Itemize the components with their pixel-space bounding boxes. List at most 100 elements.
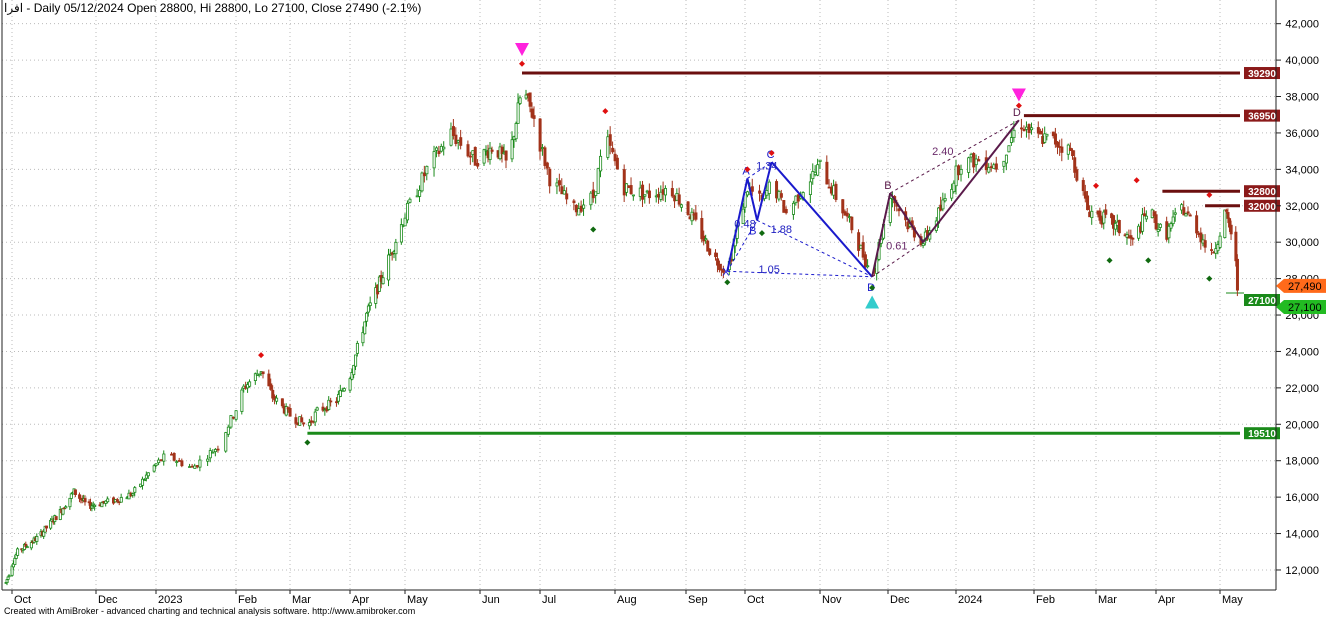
candle-body bbox=[1186, 211, 1190, 214]
candle-body bbox=[422, 172, 426, 177]
candle-body bbox=[782, 200, 786, 213]
y-tick-label: 14,000 bbox=[1285, 529, 1319, 541]
resistance-dot bbox=[1206, 191, 1213, 198]
candle-body bbox=[13, 557, 17, 565]
candle-body bbox=[582, 204, 586, 209]
candle-body bbox=[363, 321, 367, 335]
x-tick-label: Mar bbox=[292, 594, 311, 606]
candle-body bbox=[811, 171, 815, 180]
x-tick-label: Oct bbox=[14, 594, 31, 606]
candle-body bbox=[992, 164, 996, 169]
candle-body bbox=[545, 162, 549, 169]
ratio-label: 0.48 bbox=[734, 219, 755, 231]
price-chart[interactable]: 392903695032800320001951027100 XABCDBD0.… bbox=[0, 0, 1336, 619]
candle-body bbox=[216, 448, 220, 451]
candle-body bbox=[195, 465, 199, 468]
candle-body bbox=[1104, 209, 1108, 215]
pattern-ratio-line bbox=[727, 270, 873, 278]
candle-body bbox=[577, 208, 581, 216]
candle-body bbox=[490, 149, 494, 152]
candle-body bbox=[627, 185, 631, 188]
candle-body bbox=[611, 147, 615, 153]
candle-body bbox=[352, 365, 356, 376]
candle-body bbox=[172, 452, 176, 461]
level-badge-label: 36950 bbox=[1248, 112, 1276, 123]
candle-body bbox=[1195, 215, 1199, 234]
grid-lines bbox=[2, 0, 1276, 590]
y-tick-label: 30,000 bbox=[1285, 237, 1319, 249]
resistance-dot bbox=[1133, 177, 1140, 184]
candle-body bbox=[146, 472, 150, 477]
x-tick-label: Oct bbox=[747, 594, 764, 606]
pattern2-ratio-line bbox=[889, 119, 1020, 194]
candle-body bbox=[606, 136, 610, 158]
support-dot bbox=[304, 439, 311, 446]
candle-body bbox=[456, 140, 460, 143]
candle-body bbox=[439, 145, 443, 152]
candle-body bbox=[315, 407, 319, 411]
candle-body bbox=[1224, 209, 1228, 212]
y-tick-label: 16,000 bbox=[1285, 492, 1319, 504]
candle-body bbox=[863, 254, 867, 268]
candle-body bbox=[659, 191, 663, 200]
x-tick-label: Jun bbox=[482, 594, 500, 606]
candle-body bbox=[690, 211, 694, 222]
ratio-label: 2.40 bbox=[932, 146, 953, 158]
candlesticks bbox=[4, 89, 1239, 586]
support-dot bbox=[758, 230, 765, 237]
candle-body bbox=[157, 459, 161, 464]
candle-body bbox=[641, 184, 645, 200]
support-dot bbox=[590, 226, 597, 233]
pattern2-point-label: B bbox=[884, 180, 891, 192]
candle-body bbox=[1030, 127, 1034, 131]
candle-body bbox=[779, 193, 783, 198]
candle-body bbox=[1081, 180, 1085, 192]
x-tick-label: Apr bbox=[1158, 594, 1175, 606]
candle-body bbox=[543, 147, 547, 166]
candle-body bbox=[746, 191, 750, 196]
candle-body bbox=[1004, 154, 1008, 164]
sell-arrow-marker bbox=[515, 42, 529, 56]
candle-body bbox=[850, 216, 854, 231]
candle-body bbox=[418, 189, 422, 197]
candle-body bbox=[307, 422, 311, 427]
candle-body bbox=[232, 416, 236, 419]
pattern-point-label: C bbox=[767, 149, 775, 161]
candle-body bbox=[888, 198, 892, 223]
last-low-tag-label: 27,100 bbox=[1288, 302, 1322, 314]
x-tick-label: May bbox=[1222, 594, 1243, 606]
candle-body bbox=[562, 190, 566, 195]
candle-body bbox=[654, 195, 658, 198]
candle-body bbox=[1012, 129, 1016, 139]
candle-body bbox=[35, 536, 39, 542]
candle-body bbox=[1154, 214, 1158, 230]
x-tick-label: Feb bbox=[238, 594, 257, 606]
candle-body bbox=[406, 202, 410, 221]
candle-body bbox=[381, 277, 385, 285]
candle-body bbox=[248, 381, 252, 387]
candle-body bbox=[1142, 213, 1146, 217]
candle-body bbox=[211, 451, 215, 454]
candle-body bbox=[73, 489, 77, 495]
candle-body bbox=[399, 224, 403, 243]
candle-body bbox=[954, 165, 958, 187]
candle-body bbox=[941, 199, 945, 210]
candle-body bbox=[1171, 216, 1175, 225]
candle-body bbox=[394, 241, 398, 255]
candle-body bbox=[280, 398, 284, 407]
candle-body bbox=[69, 493, 73, 499]
candle-body bbox=[1234, 231, 1238, 262]
candle-body bbox=[1229, 224, 1233, 235]
y-tick-label: 42,000 bbox=[1285, 19, 1319, 31]
candle-body bbox=[180, 460, 184, 467]
candle-body bbox=[750, 186, 754, 192]
candle-body bbox=[482, 149, 486, 164]
candle-body bbox=[677, 194, 681, 205]
candle-body bbox=[589, 192, 593, 206]
resistance-dot bbox=[602, 108, 609, 115]
x-tick-label: Mar bbox=[1098, 594, 1117, 606]
candle-body bbox=[1009, 137, 1013, 143]
candle-body bbox=[565, 193, 569, 200]
candle-body bbox=[694, 212, 698, 220]
support-dot bbox=[1206, 275, 1213, 282]
